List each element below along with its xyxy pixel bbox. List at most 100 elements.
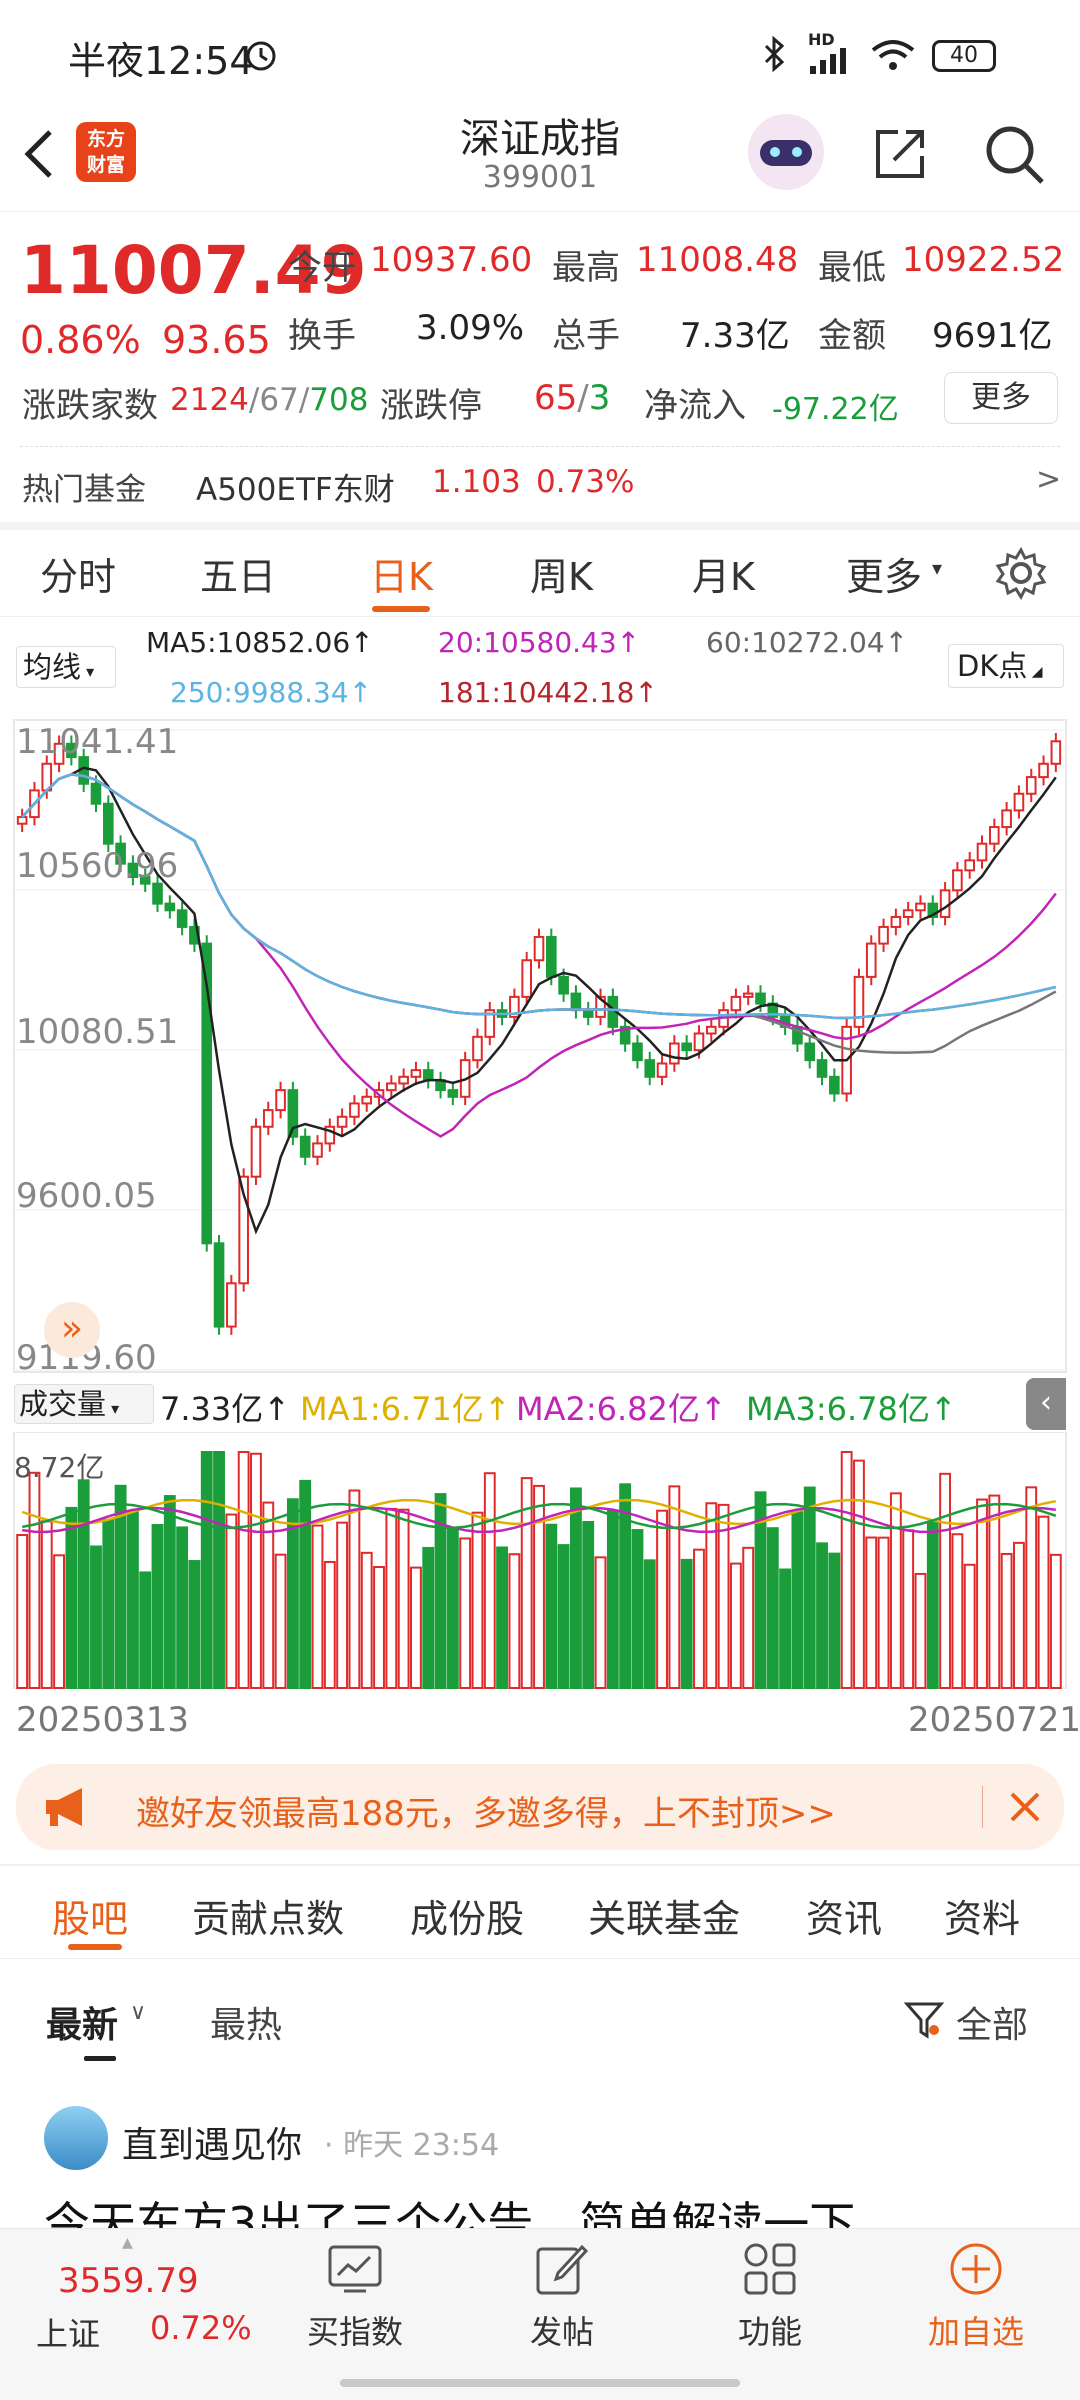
tab-monthly-k[interactable]: 月K — [692, 546, 755, 601]
banner-text: 邀好友领最高188元，多邀多得，上不封顶>> — [136, 1794, 836, 1834]
post-button[interactable]: 发帖 — [500, 2307, 624, 2353]
volume-bar — [951, 1533, 964, 1689]
change-pct: 0.86% — [20, 318, 141, 362]
settings-icon[interactable] — [994, 546, 1048, 600]
divider — [0, 1958, 1080, 1959]
volume-bar — [459, 1537, 472, 1689]
avatar[interactable] — [44, 2106, 108, 2170]
sh-index-name: 上证 — [36, 2315, 101, 2353]
volume-bar — [508, 1553, 521, 1689]
add-watchlist-icon[interactable] — [948, 2241, 1004, 2297]
volume-bar — [483, 1472, 496, 1689]
filter-icon[interactable] — [904, 2000, 944, 2040]
tab-weekly-k[interactable]: 周K — [530, 546, 593, 601]
add-watchlist-button[interactable]: 加自选 — [906, 2307, 1046, 2353]
chevron-down-icon: ∨ — [130, 2000, 147, 2025]
tab-intraday[interactable]: 分时 — [40, 546, 116, 601]
more-button[interactable]: 更多 — [944, 372, 1058, 424]
sort-latest[interactable]: 最新 — [46, 1996, 118, 2048]
candle — [545, 935, 557, 978]
candle — [976, 842, 988, 862]
volume-bar — [237, 1451, 250, 1689]
volume-bar — [28, 1471, 41, 1689]
tab-constituents[interactable]: 成份股 — [410, 1888, 524, 1943]
search-icon[interactable] — [982, 122, 1046, 186]
candle — [213, 1242, 225, 1328]
collapse-panel-button[interactable]: ‹ — [1026, 1378, 1066, 1430]
volume-bar — [16, 1533, 29, 1689]
volume-bar — [902, 1529, 915, 1689]
tab-more[interactable]: 更多 — [846, 546, 922, 601]
volume-bar — [988, 1494, 1001, 1689]
tab-active-indicator — [68, 1944, 122, 1950]
post-title: 今天东方3出了三个公告，简单解读一下 — [44, 2197, 856, 2228]
buy-index-button[interactable]: 买指数 — [290, 2307, 420, 2353]
tab-news[interactable]: 资讯 — [806, 1888, 882, 1943]
tab-contribution[interactable]: 贡献点数 — [192, 1888, 344, 1943]
volume-bar — [410, 1566, 422, 1689]
share-icon[interactable] — [870, 124, 930, 184]
volume-bar — [742, 1546, 755, 1689]
edit-post-icon[interactable] — [534, 2241, 590, 2297]
expand-arrows-icon[interactable]: » — [44, 1302, 100, 1358]
volume-bar — [126, 1510, 139, 1690]
function-grid-icon[interactable] — [742, 2241, 798, 2297]
volume-bar — [163, 1495, 176, 1689]
volume-bar — [1013, 1541, 1025, 1689]
post-username[interactable]: 直到遇见你 — [122, 2116, 302, 2168]
volume-value: 7.33亿↑ — [160, 1390, 291, 1428]
alarm-icon — [246, 41, 276, 71]
post-title-clip[interactable]: 今天东方3出了三个公告，简单解读一下 — [44, 2194, 1044, 2228]
candle — [16, 816, 28, 825]
volume-bar — [668, 1485, 681, 1690]
hot-fund-row[interactable]: 热门基金 A500ETF东财 1.103 0.73% > — [0, 450, 1080, 518]
volume-bar — [225, 1513, 238, 1689]
candle — [1025, 776, 1037, 795]
volume-bar — [840, 1451, 853, 1689]
dk-point-button[interactable]: DK点 ◢ — [948, 644, 1064, 688]
assistant-avatar-icon[interactable] — [748, 114, 824, 190]
filter-all[interactable]: 全部 — [956, 1996, 1028, 2048]
chart-trend-icon[interactable] — [326, 2243, 384, 2295]
volume-bar — [1037, 1515, 1050, 1689]
ma20-label: 20:10580.43↑ — [438, 626, 641, 659]
tab-profile[interactable]: 资料 — [944, 1888, 1020, 1943]
volume-ma1: MA1:6.71亿↑ — [300, 1390, 511, 1428]
volume-bar — [422, 1546, 435, 1689]
volume-bar — [1025, 1486, 1038, 1690]
tab-related-funds[interactable]: 关联基金 — [588, 1888, 740, 1943]
close-icon[interactable] — [1008, 1790, 1042, 1824]
candle — [816, 1059, 828, 1078]
volume-bar — [963, 1563, 976, 1689]
tab-5day[interactable]: 五日 — [200, 546, 276, 601]
candle — [902, 909, 914, 918]
volume-bar — [102, 1518, 115, 1690]
candle — [176, 909, 188, 928]
tab-daily-k[interactable]: 日K — [370, 546, 433, 601]
high-label: 最高 — [552, 248, 620, 288]
sh-index-value[interactable]: 3559.79 — [58, 2261, 199, 2301]
function-button[interactable]: 功能 — [708, 2307, 832, 2353]
volume-bar — [323, 1560, 336, 1689]
advdec-label: 涨跌家数 — [22, 386, 158, 426]
candle — [705, 1025, 717, 1035]
volume-bar — [311, 1524, 324, 1689]
volume-bar — [631, 1529, 644, 1690]
sh-index-pct: 0.72% — [150, 2309, 252, 2347]
candle — [262, 1109, 274, 1128]
candle — [336, 1115, 348, 1128]
candle — [349, 1102, 360, 1118]
ma-selector[interactable]: 均线 ▾ — [16, 646, 116, 688]
low-label: 最低 — [818, 248, 886, 288]
candle — [644, 1059, 656, 1078]
promo-banner[interactable]: 邀好友领最高188元，多邀多得，上不封顶>> — [16, 1764, 1064, 1850]
volume-bar — [853, 1459, 865, 1689]
volume-bar — [385, 1507, 398, 1689]
sort-hot[interactable]: 最热 — [210, 1996, 282, 2048]
volume-selector[interactable]: 成交量 ▾ — [14, 1384, 154, 1424]
tab-forum[interactable]: 股吧 — [52, 1888, 128, 1943]
candle — [275, 1089, 286, 1112]
low-value: 10922.52 — [902, 240, 1065, 280]
volume-bar — [569, 1487, 582, 1689]
candle — [299, 1135, 311, 1158]
